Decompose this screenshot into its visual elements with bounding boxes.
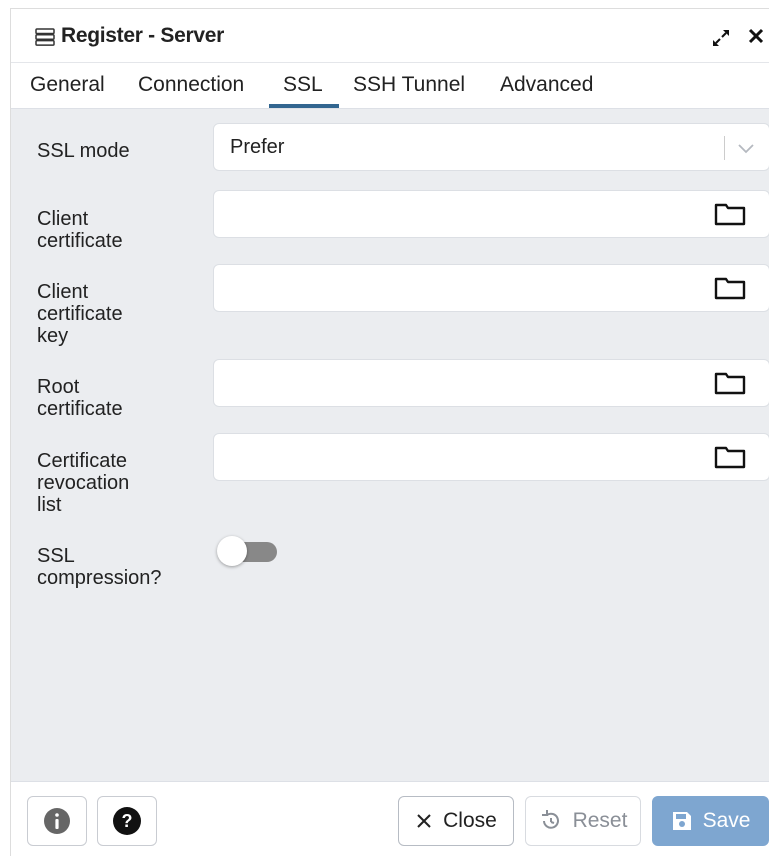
ssl-mode-select[interactable]: Prefer [213, 123, 769, 171]
dialog-titlebar[interactable]: Register - Server [11, 9, 769, 63]
info-button[interactable] [27, 796, 87, 846]
ssl-form: SSL mode Prefer Client certificate Clien… [11, 109, 769, 781]
client-certificate-label: Client certificate [37, 208, 123, 252]
help-button[interactable]: ? [97, 796, 157, 846]
tab-advanced[interactable]: Advanced [500, 73, 593, 97]
root-certificate-field[interactable] [213, 359, 769, 407]
active-tab-indicator [269, 104, 339, 108]
ssl-compression-label: SSL compression? [37, 545, 162, 589]
tab-general[interactable]: General [30, 73, 105, 97]
tab-bar: General Connection SSL SSH Tunnel Advanc… [11, 63, 769, 109]
close-icon [415, 812, 433, 830]
expand-icon[interactable] [710, 27, 732, 49]
save-button-label: Save [702, 809, 751, 832]
ssl-mode-value: Prefer [230, 136, 285, 158]
save-button[interactable]: Save [652, 796, 769, 846]
register-server-dialog: Register - Server General Connection SSL… [10, 8, 769, 856]
close-button-label: Close [443, 809, 497, 832]
dialog-footer: ? Close Reset Save [11, 781, 769, 856]
reset-button[interactable]: Reset [525, 796, 641, 846]
toggle-knob [217, 536, 247, 566]
crl-field[interactable] [213, 433, 769, 481]
save-icon [671, 810, 693, 832]
folder-icon[interactable] [714, 275, 746, 301]
folder-icon[interactable] [714, 444, 746, 470]
dialog-title: Register - Server [61, 24, 224, 47]
ssl-mode-label: SSL mode [37, 140, 130, 162]
svg-text:?: ? [122, 811, 133, 831]
client-certificate-key-field[interactable] [213, 264, 769, 312]
crl-label: Certificate revocation list [37, 450, 130, 516]
folder-icon[interactable] [714, 370, 746, 396]
tab-ssl[interactable]: SSL [283, 73, 323, 97]
root-certificate-label: Root certificate [37, 376, 123, 420]
client-certificate-field[interactable] [213, 190, 769, 238]
close-icon[interactable] [745, 25, 767, 47]
reset-icon [539, 809, 563, 833]
folder-icon[interactable] [714, 201, 746, 227]
select-separator [724, 136, 725, 160]
server-icon [35, 28, 55, 46]
info-icon [44, 808, 70, 834]
help-icon: ? [113, 807, 141, 835]
tab-connection[interactable]: Connection [138, 73, 244, 97]
tab-ssh-tunnel[interactable]: SSH Tunnel [353, 73, 465, 97]
reset-button-label: Reset [572, 809, 628, 832]
ssl-compression-toggle[interactable] [217, 536, 279, 566]
chevron-down-icon[interactable] [736, 140, 756, 156]
close-button[interactable]: Close [398, 796, 514, 846]
client-certificate-key-label: Client certificate key [37, 281, 123, 347]
